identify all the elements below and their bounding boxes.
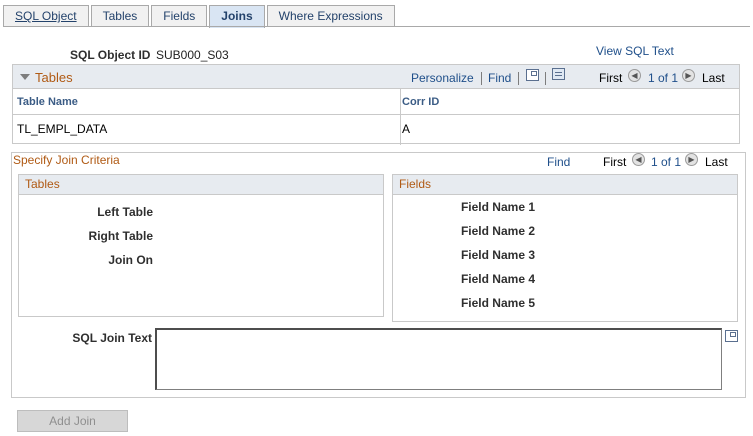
tab-tables[interactable]: Tables — [90, 5, 150, 27]
view-sql-text-link[interactable]: View SQL Text — [596, 44, 674, 58]
row-range: 1 of 1 — [648, 71, 679, 85]
join-on-label: Join On — [108, 253, 153, 267]
join-tables-panel-title: Tables — [19, 175, 383, 195]
sql-join-text-field[interactable] — [155, 328, 722, 390]
join-first-label: First — [603, 155, 627, 169]
tables-grid: Tables Personalize Find First ◀ 1 of 1 ▶… — [12, 64, 740, 145]
tab-sql-object[interactable]: SQL Object — [3, 5, 89, 27]
tab-bar: SQL Object Tables Fields Joins Where Exp… — [3, 5, 397, 28]
tab-divider — [3, 26, 750, 27]
personalize-link[interactable]: Personalize — [411, 71, 474, 85]
tables-grid-header: Tables Personalize Find First ◀ 1 of 1 ▶… — [13, 65, 739, 89]
last-label: Last — [702, 71, 725, 85]
find-link[interactable]: Find — [488, 71, 511, 85]
join-row-range: 1 of 1 — [651, 155, 682, 169]
left-table-label: Left Table — [97, 205, 153, 219]
field-name-4-label: Field Name 4 — [460, 272, 535, 286]
tab-fields[interactable]: Fields — [151, 5, 208, 27]
join-next-arrow-icon[interactable]: ▶ — [685, 153, 698, 166]
table-name-cell: TL_EMPL_DATA — [17, 122, 108, 136]
field-name-2-label: Field Name 2 — [460, 224, 535, 238]
join-last-label: Last — [705, 155, 728, 169]
corr-id-cell: A — [402, 122, 411, 136]
next-arrow-icon[interactable]: ▶ — [682, 69, 695, 82]
join-tables-panel: Tables Left Table Right Table Join On — [18, 174, 384, 317]
join-find-link[interactable]: Find — [547, 155, 570, 169]
new-window-icon[interactable] — [526, 69, 539, 81]
join-prev-arrow-icon[interactable]: ◀ — [632, 153, 645, 166]
join-fields-panel: Fields Field Name 1 Field Name 2 Field N… — [392, 174, 738, 322]
divider — [518, 72, 519, 85]
divider — [545, 72, 546, 85]
divider — [481, 72, 482, 85]
expand-textarea-icon[interactable] — [725, 330, 738, 342]
collapse-triangle-icon[interactable] — [20, 74, 30, 80]
sql-object-id-value: SUB000_S03 — [156, 48, 229, 62]
tab-joins[interactable]: Joins — [209, 5, 265, 28]
add-join-button[interactable]: Add Join — [17, 410, 128, 432]
field-name-3-label: Field Name 3 — [460, 248, 535, 262]
tables-grid-title: Tables — [35, 70, 73, 85]
spreadsheet-icon[interactable] — [552, 68, 565, 80]
join-criteria-title: Specify Join Criteria — [13, 153, 120, 167]
right-table-label: Right Table — [88, 229, 153, 243]
join-fields-panel-title: Fields — [393, 175, 737, 195]
column-header-corr-id[interactable]: Corr ID — [402, 96, 439, 108]
prev-arrow-icon[interactable]: ◀ — [628, 69, 641, 82]
sql-object-id-label: SQL Object ID — [70, 48, 151, 62]
sql-join-text-label: SQL Join Text — [72, 331, 152, 345]
column-header-table-name[interactable]: Table Name — [17, 96, 78, 108]
column-divider — [400, 89, 401, 145]
field-name-1-label: Field Name 1 — [460, 200, 535, 214]
first-label: First — [599, 71, 623, 85]
tab-where-expressions[interactable]: Where Expressions — [266, 5, 395, 27]
field-name-5-label: Field Name 5 — [460, 296, 535, 310]
tables-grid-column-header: Table Name Corr ID — [13, 89, 739, 115]
